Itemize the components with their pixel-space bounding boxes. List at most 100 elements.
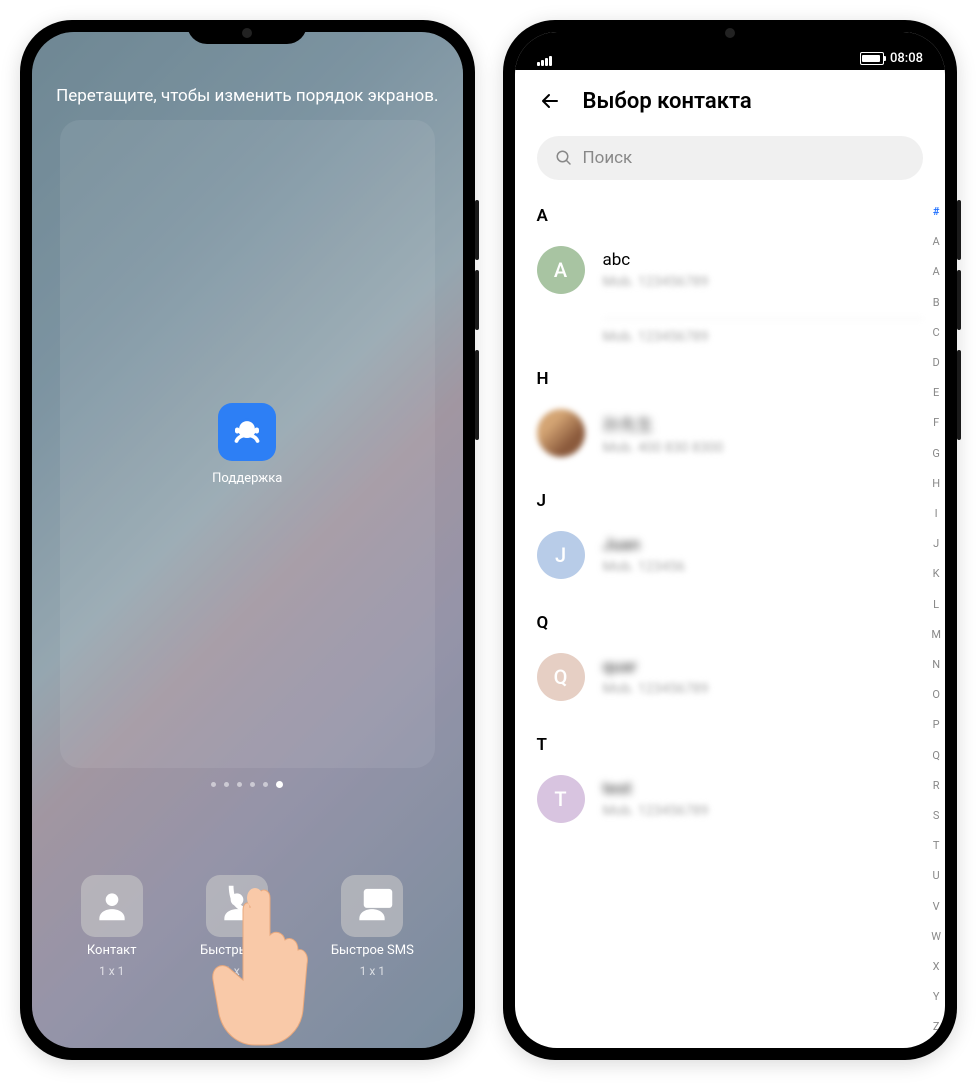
widget-size: 1 x 1 [99, 964, 124, 978]
index-letter[interactable]: B [931, 295, 941, 312]
phone-frame-right: 08:08 Выбор контакта Поиск AAabcMob. 123… [503, 20, 958, 1060]
battery-icon [860, 52, 884, 65]
back-button[interactable] [537, 88, 563, 114]
index-letter[interactable]: P [931, 717, 941, 734]
contact-row[interactable]: Qquar Mob. 123456789 [537, 643, 924, 711]
widget-item[interactable]: Контакт 1 x 1 [81, 875, 143, 978]
contact-detail: Mob. 123456789 [603, 681, 924, 697]
header-bar: Выбор контакта [515, 70, 946, 128]
contact-detail: Mob. 400 830 8300 [603, 440, 924, 456]
index-letter[interactable]: Z [931, 1019, 941, 1036]
alphabet-index[interactable]: #AABCDEFGHIJKLMNOPQRSTUVWXYZ [931, 200, 941, 1040]
page-dot[interactable] [276, 781, 283, 788]
widget-tray: Контакт 1 x 1 Быстрый зв 1 x 1 Быстрое SMS 1 … [32, 875, 463, 978]
index-letter[interactable]: U [931, 868, 941, 885]
page-dot[interactable] [250, 782, 255, 787]
signal-icon [537, 56, 552, 66]
index-letter[interactable]: K [931, 566, 941, 583]
home-editor-screen: Перетащите, чтобы изменить порядок экран… [32, 32, 463, 1048]
search-icon [555, 149, 573, 167]
app-shortcut[interactable]: Поддержка [212, 403, 282, 486]
avatar: Q [537, 653, 585, 701]
page-dot[interactable] [263, 782, 268, 787]
section-header: Q [537, 613, 924, 633]
index-letter[interactable]: H [931, 476, 941, 493]
power-button[interactable] [475, 350, 479, 440]
contact-widget-icon [206, 875, 268, 937]
section-header: A [537, 206, 924, 226]
volume-down-button[interactable] [475, 270, 479, 330]
index-letter[interactable]: T [931, 838, 941, 855]
index-letter[interactable]: # [931, 204, 941, 221]
index-letter[interactable]: W [931, 929, 941, 946]
status-bar: 08:08 [515, 32, 946, 70]
volume-up-button[interactable] [475, 200, 479, 260]
index-letter[interactable]: S [931, 808, 941, 825]
app-label: Поддержка [212, 471, 282, 486]
index-letter[interactable]: R [931, 778, 941, 795]
contact-name: test [603, 779, 924, 799]
index-letter[interactable]: O [931, 687, 941, 704]
section-header: T [537, 735, 924, 755]
index-letter[interactable]: C [931, 325, 941, 342]
index-letter[interactable]: N [931, 657, 941, 674]
index-letter[interactable]: X [931, 959, 941, 976]
contact-detail: Mob. 123456789 [603, 274, 924, 290]
widget-size: 1 x 1 [224, 964, 249, 978]
index-letter[interactable]: G [931, 446, 941, 463]
contact-row[interactable]: Ttest Mob. 123456789 [537, 765, 924, 833]
index-letter[interactable]: J [931, 536, 941, 553]
contact-name: 孙先生 [603, 411, 924, 436]
index-letter[interactable]: D [931, 355, 941, 372]
index-letter[interactable]: Y [931, 989, 941, 1006]
index-letter[interactable]: Q [931, 748, 941, 765]
widget-item[interactable]: Быстрое SMS 1 x 1 [331, 875, 414, 978]
contact-widget-icon [81, 875, 143, 937]
search-input[interactable]: Поиск [537, 136, 924, 180]
avatar: T [537, 775, 585, 823]
contact-name: abc [603, 250, 924, 270]
page-dot[interactable] [237, 782, 242, 787]
contact-name: Juan [603, 535, 924, 555]
avatar: J [537, 531, 585, 579]
contact-row[interactable]: Aabc Mob. 123456789 [537, 236, 924, 304]
contact-list[interactable]: AAabcMob. 123456789Mob. 123456789H孙先生Mob… [515, 192, 946, 1048]
drag-hint-text: Перетащите, чтобы изменить порядок экран… [32, 86, 463, 106]
index-letter[interactable]: V [931, 899, 941, 916]
widget-label: Быстрое SMS [331, 943, 414, 958]
phone-frame-left: Перетащите, чтобы изменить порядок экран… [20, 20, 475, 1060]
index-letter[interactable]: E [931, 385, 941, 402]
index-letter[interactable]: A [931, 264, 941, 281]
contact-detail: Mob. 123456789 [603, 803, 924, 819]
avatar [537, 409, 585, 457]
page-title: Выбор контакта [583, 89, 752, 114]
screen-preview[interactable]: Поддержка [60, 120, 435, 768]
section-header: H [537, 369, 924, 389]
index-letter[interactable]: I [931, 506, 941, 523]
page-dot[interactable] [211, 782, 216, 787]
widget-label: Контакт [87, 943, 137, 958]
page-dot[interactable] [224, 782, 229, 787]
contact-name: quar [603, 657, 924, 677]
widget-item[interactable]: Быстрый зв 1 x 1 [200, 875, 274, 978]
index-letter[interactable]: F [931, 415, 941, 432]
index-letter[interactable]: M [931, 627, 941, 644]
avatar: A [537, 246, 585, 294]
contact-picker-screen: 08:08 Выбор контакта Поиск AAabcMob. 123… [515, 32, 946, 1048]
widget-label: Быстрый зв [200, 943, 274, 958]
volume-down-button[interactable] [957, 270, 961, 330]
volume-up-button[interactable] [957, 200, 961, 260]
section-header: J [537, 491, 924, 511]
clock: 08:08 [890, 51, 923, 66]
index-letter[interactable]: A [931, 234, 941, 251]
support-app-icon [218, 403, 276, 461]
contact-widget-icon [341, 875, 403, 937]
contact-detail[interactable]: Mob. 123456789 [603, 318, 924, 345]
contact-row[interactable]: JJuanMob. 123456 [537, 521, 924, 589]
page-indicator [32, 782, 463, 788]
search-placeholder: Поиск [583, 148, 633, 168]
power-button[interactable] [957, 350, 961, 440]
contact-row[interactable]: 孙先生 Mob. 400 830 8300 [537, 399, 924, 467]
widget-size: 1 x 1 [360, 964, 385, 978]
index-letter[interactable]: L [931, 597, 941, 614]
